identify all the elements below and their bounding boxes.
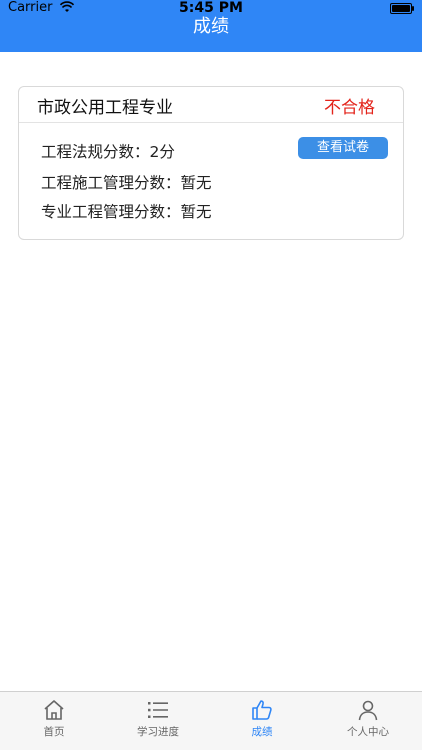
tab-home[interactable]: 首页	[14, 698, 94, 739]
tab-progress[interactable]: 学习进度	[118, 698, 198, 739]
main-content: 市政公用工程专业 不合格 工程法规分数：2分 工程施工管理分数：暂无 专业工程管…	[0, 52, 422, 692]
score-card: 市政公用工程专业 不合格 工程法规分数：2分 工程施工管理分数：暂无 专业工程管…	[18, 86, 404, 240]
tab-bar: 首页 学习进度 成绩 个人中心	[0, 691, 422, 750]
score-row-law: 工程法规分数：2分	[41, 143, 175, 161]
home-icon	[44, 700, 64, 720]
tab-progress-label: 学习进度	[137, 726, 179, 738]
thumbs-up-icon	[252, 700, 272, 720]
score-row-construction: 工程施工管理分数：暂无	[41, 174, 212, 192]
list-icon	[148, 702, 168, 718]
major-name: 市政公用工程专业	[37, 98, 173, 118]
tab-home-label: 首页	[43, 726, 65, 738]
result-status: 不合格	[324, 98, 375, 118]
person-icon	[358, 700, 378, 721]
card-body: 工程法规分数：2分 工程施工管理分数：暂无 专业工程管理分数：暂无 查看试卷	[19, 123, 403, 241]
card-header: 市政公用工程专业 不合格	[19, 87, 403, 123]
page-title: 成绩	[193, 16, 229, 37]
view-paper-button[interactable]: 查看试卷	[298, 137, 388, 159]
header-bar: Carrier 5:45 PM 成绩	[0, 0, 422, 52]
tab-scores[interactable]: 成绩	[222, 698, 302, 739]
score-row-professional: 专业工程管理分数：暂无	[41, 203, 212, 221]
tab-profile-label: 个人中心	[347, 726, 389, 738]
tab-scores-label: 成绩	[251, 726, 273, 738]
tab-profile[interactable]: 个人中心	[328, 698, 408, 739]
